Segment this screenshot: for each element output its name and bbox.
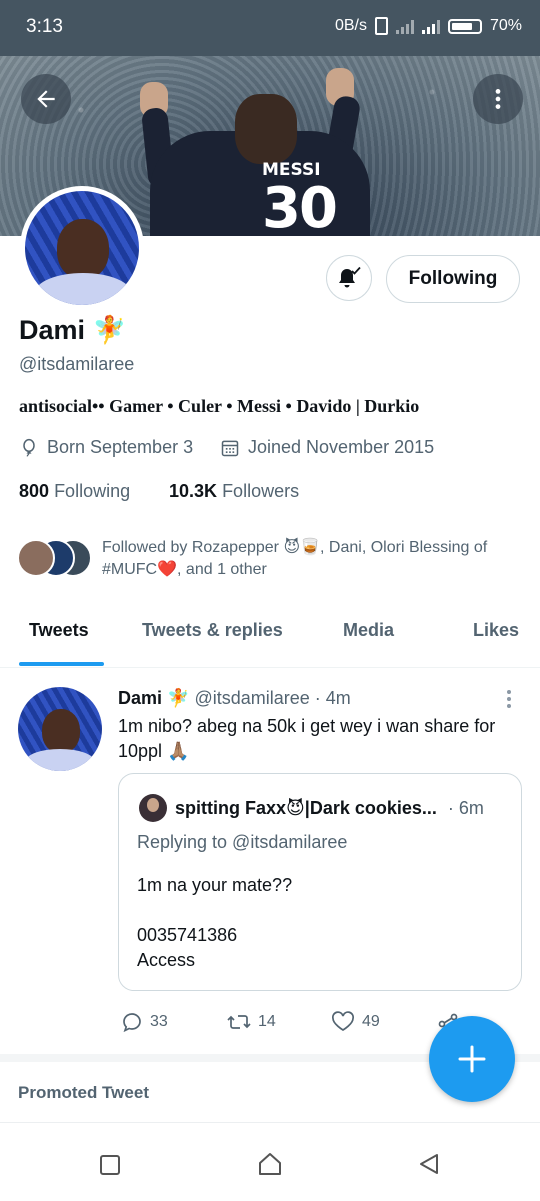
tab-likes[interactable]: Likes bbox=[473, 620, 519, 641]
quoted-text-line: Access bbox=[137, 950, 196, 970]
tab-tweets[interactable]: Tweets bbox=[29, 620, 89, 641]
status-bar: 3:13 0B/s 70% bbox=[0, 0, 540, 56]
signal-icon bbox=[395, 18, 414, 34]
banner-player-head bbox=[235, 94, 297, 164]
more-vertical-icon bbox=[495, 89, 501, 109]
follower-avatar bbox=[17, 539, 55, 577]
back-button[interactable] bbox=[21, 74, 71, 124]
avatar-shirt bbox=[26, 749, 94, 771]
notifications-button[interactable] bbox=[326, 255, 372, 301]
followers-label: Followers bbox=[222, 481, 300, 501]
birthday-text: Born September 3 bbox=[47, 437, 194, 457]
following-count-link[interactable]: 800 Following bbox=[19, 481, 130, 502]
joined-text: Joined November 2015 bbox=[248, 437, 435, 457]
battery-level: 70% bbox=[489, 17, 522, 34]
compose-tweet-button[interactable] bbox=[429, 1016, 515, 1102]
quoted-tweet[interactable]: spitting Faxx😈|Dark cookies... · 6m Repl… bbox=[118, 773, 522, 991]
profile-avatar[interactable] bbox=[20, 186, 144, 310]
square-icon bbox=[100, 1155, 120, 1175]
following-button[interactable]: Following bbox=[386, 255, 520, 303]
avatar-face bbox=[42, 709, 80, 753]
tweet-author-avatar[interactable] bbox=[18, 687, 102, 771]
home-icon bbox=[259, 1153, 281, 1175]
tweet-more-button[interactable] bbox=[500, 688, 518, 715]
like-button[interactable]: 49 bbox=[330, 1010, 380, 1034]
balloon-icon bbox=[23, 438, 35, 456]
profile-name: Dami 🧚 bbox=[19, 315, 127, 345]
tweet-text: 1m nibo? abeg na 50k i get wey i wan sha… bbox=[118, 716, 496, 761]
recent-apps-button[interactable] bbox=[99, 1154, 121, 1181]
status-icons: 0B/s 70% bbox=[335, 17, 522, 35]
profile-bio: antisocial•• Gamer • Culer • Messi • Dav… bbox=[19, 396, 420, 416]
more-vertical-icon bbox=[507, 690, 511, 708]
net-speed: 0B/s bbox=[334, 17, 367, 34]
battery-icon bbox=[447, 18, 482, 34]
back-nav-button[interactable] bbox=[417, 1152, 441, 1181]
comment-icon bbox=[123, 1013, 141, 1033]
bell-check-icon bbox=[339, 266, 361, 288]
avatar-shirt bbox=[35, 273, 131, 305]
followers-count-link[interactable]: 10.3K Followers bbox=[169, 481, 299, 502]
calendar-icon bbox=[221, 440, 239, 456]
tweet-author-name[interactable]: Dami 🧚 bbox=[118, 688, 189, 708]
profile-handle: @itsdamilaree bbox=[19, 354, 135, 374]
quoted-author-avatar bbox=[139, 794, 167, 822]
home-button[interactable] bbox=[257, 1151, 283, 1182]
more-options-button[interactable] bbox=[473, 74, 523, 124]
promoted-tweet-label: Promoted Tweet bbox=[18, 1083, 149, 1102]
quoted-header: spitting Faxx😈|Dark cookies... · 6m bbox=[175, 798, 484, 819]
heart-icon bbox=[332, 1011, 354, 1031]
joined-info: Joined November 2015 bbox=[220, 437, 434, 458]
avatar-face bbox=[57, 219, 109, 279]
retweet-count: 14 bbox=[258, 1013, 276, 1030]
quoted-replying-to: Replying to @itsdamilaree bbox=[137, 832, 348, 852]
following-count: 800 bbox=[19, 481, 50, 501]
quoted-author-name: spitting Faxx😈|Dark cookies... bbox=[175, 798, 437, 818]
plus-icon bbox=[458, 1045, 486, 1073]
followers-count: 10.3K bbox=[169, 481, 218, 501]
followed-by-text[interactable]: Followed by Rozapepper 😈🥃, Dani, Olori B… bbox=[102, 537, 522, 581]
arrow-left-icon bbox=[37, 90, 55, 108]
like-count: 49 bbox=[362, 1013, 380, 1030]
birthday-info: Born September 3 bbox=[19, 437, 193, 458]
tab-tweets-replies[interactable]: Tweets & replies bbox=[142, 620, 283, 641]
tab-media[interactable]: Media bbox=[343, 620, 394, 641]
following-label: Following bbox=[54, 481, 131, 501]
system-nav-bar bbox=[0, 1122, 540, 1201]
phone-icon bbox=[374, 17, 388, 35]
active-tab-indicator bbox=[19, 662, 104, 666]
quoted-text-line: 1m na your mate?? bbox=[137, 875, 293, 895]
quoted-time: · 6m bbox=[447, 798, 484, 818]
retweet-button[interactable]: 14 bbox=[226, 1010, 276, 1034]
tabs-divider bbox=[0, 667, 540, 668]
status-time: 3:13 bbox=[26, 16, 63, 37]
triangle-back-icon bbox=[420, 1154, 438, 1174]
signal-icon-2 bbox=[421, 18, 440, 34]
retweet-icon bbox=[227, 1015, 251, 1029]
jersey-number: 30 bbox=[262, 176, 338, 236]
quoted-text-line: 0035741386 bbox=[137, 925, 238, 945]
reply-button[interactable]: 33 bbox=[120, 1010, 168, 1034]
tweet-header: Dami 🧚 @itsdamilaree · 4m bbox=[118, 688, 351, 709]
avatar-image bbox=[25, 191, 139, 305]
tweet-author-handle: @itsdamilaree · 4m bbox=[194, 688, 351, 708]
reply-count: 33 bbox=[150, 1013, 168, 1030]
